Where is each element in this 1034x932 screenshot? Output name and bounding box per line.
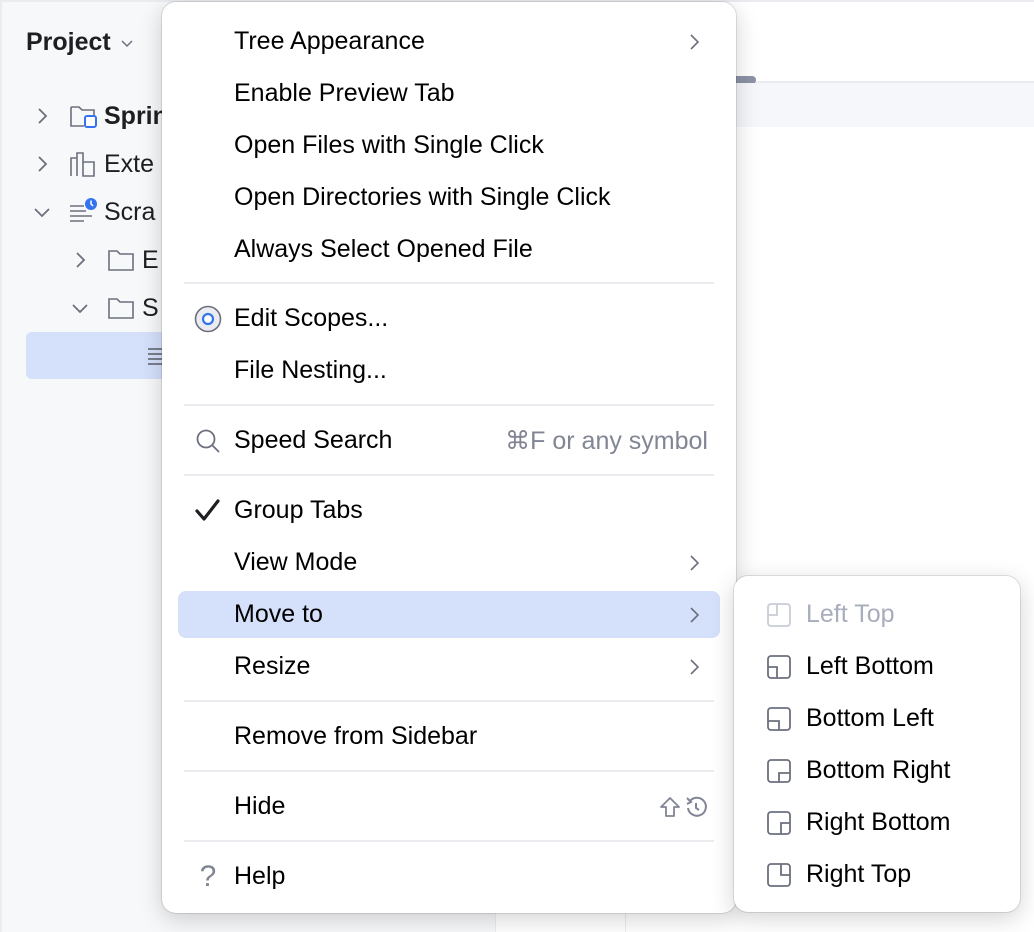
menu-item-label: Help: [234, 862, 286, 890]
submenu-item-bottom-left[interactable]: Bottom Left: [750, 695, 1004, 742]
bottom-right-icon: [767, 758, 791, 783]
menu-item-label: Remove from Sidebar: [234, 722, 478, 750]
menu-item-resize[interactable]: Resize: [178, 643, 720, 690]
submenu-item-label: Left Bottom: [806, 652, 934, 680]
tree-item-folder[interactable]: E: [70, 238, 159, 282]
menu-separator: [184, 700, 714, 702]
chevron-right-icon[interactable]: [32, 106, 52, 126]
tree-item-project-module[interactable]: Sprin: [32, 94, 168, 138]
menu-item-label: View Mode: [234, 548, 358, 576]
tree-item-label: S: [142, 293, 159, 322]
submenu-item-label: Bottom Left: [806, 704, 934, 732]
menu-separator: [184, 474, 714, 476]
folder-icon: [108, 298, 134, 319]
menu-item-speed-search[interactable]: Speed Search ⌘F or any symbol: [178, 417, 720, 464]
menu-item-label: Enable Preview Tab: [234, 79, 455, 107]
tree-item-folder[interactable]: S: [70, 286, 159, 330]
escape-icon: [686, 796, 707, 817]
menu-item-label: Open Directories with Single Click: [234, 183, 611, 211]
menu-item-view-mode[interactable]: View Mode: [178, 539, 720, 586]
submenu-item-left-top[interactable]: Left Top: [750, 591, 1004, 638]
submenu-item-label: Left Top: [806, 600, 895, 628]
tree-item-scratches[interactable]: Scra: [32, 190, 155, 234]
bottom-left-icon: [767, 706, 791, 731]
chevron-right-icon[interactable]: [70, 250, 90, 270]
menu-item-label: Hide: [234, 792, 286, 820]
menu-item-help[interactable]: ? Help: [178, 853, 720, 900]
checkmark-icon: [195, 498, 220, 521]
menu-item-label: Move to: [234, 600, 323, 628]
chevron-right-icon[interactable]: [32, 154, 52, 174]
menu-item-hide[interactable]: Hide: [178, 783, 720, 830]
module-folder-icon: [70, 106, 97, 128]
menu-item-label: File Nesting...: [234, 356, 387, 384]
project-view-selector[interactable]: Project: [26, 28, 133, 57]
menu-item-tree-appearance[interactable]: Tree Appearance: [178, 18, 720, 65]
menu-item-open-files-single-click[interactable]: Open Files with Single Click: [178, 122, 720, 169]
shift-icon: [660, 796, 680, 817]
right-top-icon: [767, 862, 791, 887]
submenu-item-label: Bottom Right: [806, 756, 951, 784]
menu-item-label: Edit Scopes...: [234, 304, 389, 332]
menu-item-label: Group Tabs: [234, 496, 363, 524]
project-title: Project: [26, 28, 111, 56]
external-libraries-icon: [70, 152, 95, 177]
project-options-menu: Tree Appearance Enable Preview Tab Open …: [162, 2, 736, 913]
submenu-item-left-bottom[interactable]: Left Bottom: [750, 643, 1004, 690]
move-to-submenu: Left Top Left Bottom Bottom Left Bottom …: [734, 576, 1020, 912]
menu-separator: [184, 282, 714, 284]
right-bottom-icon: [767, 810, 791, 835]
chevron-down-icon[interactable]: [32, 202, 52, 222]
menu-item-enable-preview-tab[interactable]: Enable Preview Tab: [178, 70, 720, 117]
scratches-icon: [70, 198, 97, 222]
chevron-down-icon: [121, 39, 133, 47]
shortcut-hint: [658, 795, 708, 819]
folder-icon: [108, 250, 134, 271]
menu-item-remove-from-sidebar[interactable]: Remove from Sidebar: [178, 713, 720, 760]
menu-separator: [184, 840, 714, 842]
menu-separator: [184, 404, 714, 406]
chevron-right-icon: [690, 606, 700, 623]
menu-item-label: Speed Search: [234, 426, 393, 454]
menu-item-always-select-opened-file[interactable]: Always Select Opened File: [178, 226, 720, 273]
tree-item-label: E: [142, 245, 159, 274]
tree-item-label: Exte: [104, 149, 155, 178]
menu-item-label: Tree Appearance: [234, 27, 425, 55]
scope-icon: [194, 305, 222, 332]
menu-item-edit-scopes[interactable]: Edit Scopes...: [178, 295, 720, 342]
left-top-icon: [767, 602, 791, 627]
chevron-right-icon: [690, 33, 700, 50]
menu-item-move-to[interactable]: Move to: [178, 591, 720, 638]
chevron-right-icon: [690, 658, 700, 675]
chevron-right-icon: [690, 554, 700, 571]
menu-separator: [184, 770, 714, 772]
shortcut-hint: ⌘F or any symbol: [505, 426, 708, 455]
tree-item-external-libraries[interactable]: Exte: [32, 142, 154, 186]
menu-item-group-tabs[interactable]: Group Tabs: [178, 487, 720, 534]
help-icon: ?: [199, 859, 217, 893]
chevron-down-icon[interactable]: [70, 298, 90, 318]
tree-item-label: Scra: [104, 197, 156, 226]
submenu-item-label: Right Bottom: [806, 808, 951, 836]
submenu-item-right-top[interactable]: Right Top: [750, 851, 1004, 898]
menu-item-file-nesting[interactable]: File Nesting...: [178, 347, 720, 394]
editor-current-line: [736, 83, 1034, 127]
left-bottom-icon: [767, 654, 791, 679]
tree-item-label: Sprin: [104, 101, 168, 130]
menu-item-label: Resize: [234, 652, 311, 680]
submenu-item-label: Right Top: [806, 860, 912, 888]
search-icon: [196, 429, 220, 453]
menu-item-label: Open Files with Single Click: [234, 131, 544, 159]
menu-item-open-directories-single-click[interactable]: Open Directories with Single Click: [178, 174, 720, 221]
submenu-item-bottom-right[interactable]: Bottom Right: [750, 747, 1004, 794]
submenu-item-right-bottom[interactable]: Right Bottom: [750, 799, 1004, 846]
menu-item-label: Always Select Opened File: [234, 235, 533, 263]
